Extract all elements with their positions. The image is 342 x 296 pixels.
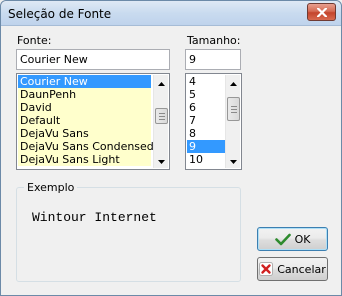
font-list-item[interactable]: DaunPenh (18, 88, 151, 101)
size-list-item[interactable]: 4 (187, 75, 226, 88)
font-list-item[interactable]: DejaVu Sans Condensed (18, 140, 154, 153)
size-list-item[interactable]: 10 (187, 153, 226, 166)
chevron-down-icon (158, 154, 165, 167)
size-list-items: 4 5 6 7 8 9 10 (187, 75, 226, 166)
scroll-up-button[interactable] (226, 75, 241, 90)
chevron-up-icon (230, 76, 237, 89)
x-icon (259, 262, 274, 276)
font-list-item[interactable]: Courier New (18, 75, 151, 88)
ok-button-label: OK (294, 232, 311, 246)
font-list-scrollbar[interactable] (153, 75, 168, 168)
scroll-down-button[interactable] (226, 153, 241, 168)
preview-group (16, 187, 241, 282)
font-list-item[interactable]: Default (18, 114, 151, 127)
size-list-scrollbar[interactable] (225, 75, 240, 168)
close-button[interactable] (307, 3, 336, 21)
font-label: Fonte: (17, 34, 52, 47)
font-list-item[interactable]: DejaVu Sans Light (18, 153, 151, 166)
ok-button[interactable]: OK (257, 227, 328, 251)
size-list-item[interactable]: 5 (187, 88, 226, 101)
checkmark-icon (274, 233, 291, 246)
close-icon (316, 7, 327, 17)
size-list-item[interactable]: 8 (187, 127, 226, 140)
window-title: Seleção de Fonte (8, 7, 112, 21)
font-list-items: Courier New DaunPenh David Default DejaVu Sa… (18, 75, 154, 166)
chevron-down-icon (230, 154, 237, 167)
font-list[interactable]: Courier New DaunPenh David Default DejaVu Sa… (16, 73, 170, 170)
font-list-item[interactable]: David (18, 101, 151, 114)
font-selection-dialog: Seleção de Fonte Fonte: Courier New Cour… (0, 0, 342, 296)
size-list-item[interactable]: 6 (187, 101, 226, 114)
size-list-item[interactable]: 7 (187, 114, 226, 127)
size-list-item[interactable]: 9 (187, 140, 226, 153)
font-name-input[interactable]: Courier New (16, 49, 170, 70)
chevron-up-icon (158, 76, 165, 89)
title-bar[interactable]: Seleção de Fonte (1, 1, 341, 26)
scroll-up-button[interactable] (154, 75, 169, 90)
size-label: Tamanho: (187, 34, 241, 47)
scroll-thumb[interactable] (227, 97, 240, 121)
preview-group-label: Exemplo (24, 181, 78, 194)
cancel-button-label: Cancelar (277, 262, 326, 276)
scroll-down-button[interactable] (154, 153, 169, 168)
scroll-thumb[interactable] (155, 108, 168, 124)
cancel-button[interactable]: Cancelar (257, 257, 328, 281)
size-input[interactable]: 9 (185, 49, 241, 70)
size-list[interactable]: 4 5 6 7 8 9 10 (185, 73, 242, 170)
preview-sample-text: Wintour Internet (32, 210, 157, 225)
font-list-item[interactable]: DejaVu Sans (18, 127, 151, 140)
